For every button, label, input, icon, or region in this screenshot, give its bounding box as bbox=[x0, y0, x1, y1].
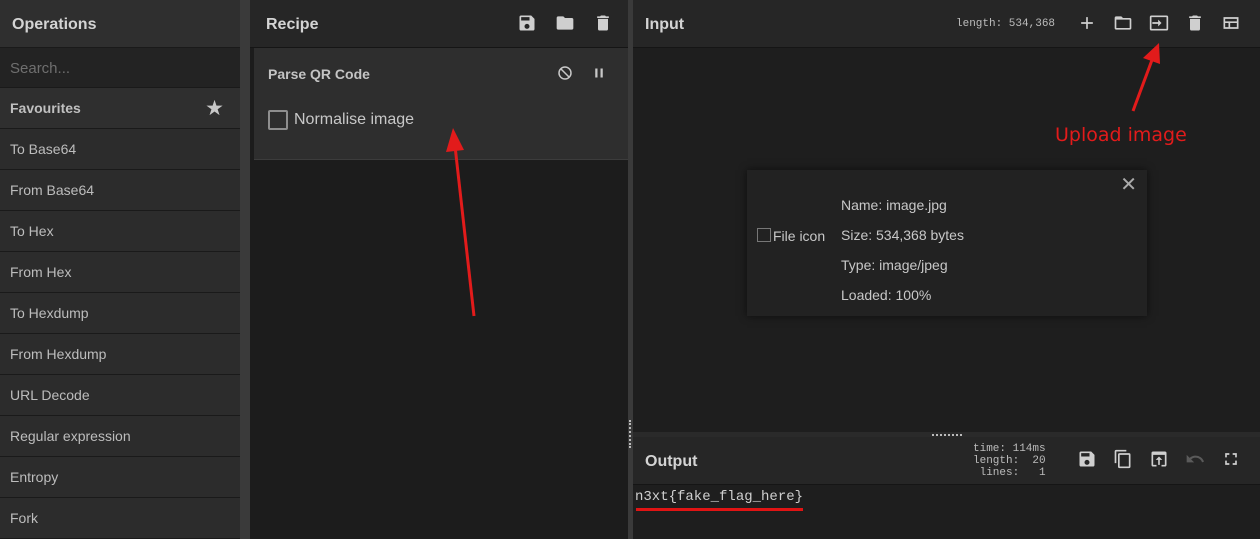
favourites-header[interactable]: Favourites ★ bbox=[0, 88, 240, 129]
star-icon[interactable]: ★ bbox=[205, 88, 224, 129]
operations-search bbox=[0, 48, 240, 88]
file-loaded: Loaded: 100% bbox=[841, 287, 932, 303]
normalise-option[interactable]: Normalise image bbox=[268, 110, 414, 130]
input-toolbar bbox=[1076, 12, 1242, 34]
trash-icon[interactable] bbox=[592, 12, 614, 34]
file-size: Size: 534,368 bytes bbox=[841, 227, 964, 243]
operation-item[interactable]: From Hexdump bbox=[0, 334, 240, 375]
open-folder-icon[interactable] bbox=[1112, 12, 1134, 34]
file-details-card: File icon Name: image.jpg Size: 534,368 … bbox=[747, 170, 1147, 316]
favourites-label: Favourites bbox=[10, 100, 81, 116]
layout-icon[interactable] bbox=[1220, 12, 1242, 34]
copy-icon[interactable] bbox=[1112, 448, 1134, 470]
operation-item[interactable]: From Base64 bbox=[0, 170, 240, 211]
operation-name: Parse QR Code bbox=[268, 66, 370, 82]
close-icon[interactable]: ✕ bbox=[1120, 172, 1137, 197]
operations-panel: Operations Favourites ★ To Base64From Ba… bbox=[0, 0, 240, 539]
operation-item[interactable]: Entropy bbox=[0, 457, 240, 498]
fullscreen-icon[interactable] bbox=[1220, 448, 1242, 470]
add-icon[interactable] bbox=[1076, 12, 1098, 34]
ops-recipe-gutter[interactable] bbox=[240, 0, 252, 539]
save-recipe-icon[interactable] bbox=[516, 12, 538, 34]
resize-handle[interactable] bbox=[629, 420, 631, 448]
replace-input-icon[interactable] bbox=[1148, 448, 1170, 470]
recipe-panel: Recipe Parse QR Code Normalise image bbox=[250, 0, 628, 539]
operations-title: Operations bbox=[0, 0, 240, 48]
input-panel: Input length: 534,368 File icon Name: im… bbox=[633, 0, 1260, 432]
clear-input-icon[interactable] bbox=[1184, 12, 1206, 34]
disable-icon[interactable] bbox=[554, 62, 576, 84]
file-meta: Name: image.jpg Size: 534,368 bytes Type… bbox=[841, 190, 964, 310]
input-length: length: 534,368 bbox=[956, 18, 1056, 30]
file-name: Name: image.jpg bbox=[841, 197, 947, 213]
recipe-operation-card[interactable]: Parse QR Code Normalise image bbox=[254, 48, 628, 160]
pause-icon[interactable] bbox=[588, 62, 610, 84]
upload-image-annotation: Upload image bbox=[1055, 124, 1187, 146]
save-output-icon[interactable] bbox=[1076, 448, 1098, 470]
file-icon: File icon bbox=[757, 228, 825, 244]
operation-controls bbox=[554, 62, 610, 84]
output-text[interactable]: n3xt{fake_flag_here} bbox=[635, 489, 803, 505]
undo-icon[interactable] bbox=[1184, 448, 1206, 470]
normalise-label: Normalise image bbox=[294, 111, 415, 128]
operation-item[interactable]: To Base64 bbox=[0, 129, 240, 170]
folder-icon[interactable] bbox=[554, 12, 576, 34]
operation-item[interactable]: To Hexdump bbox=[0, 293, 240, 334]
operation-item[interactable]: From Hex bbox=[0, 252, 240, 293]
cyberchef-app: Operations Favourites ★ To Base64From Ba… bbox=[0, 0, 1260, 539]
operation-item[interactable]: Fork bbox=[0, 498, 240, 539]
output-toolbar bbox=[1076, 448, 1242, 470]
recipe-toolbar bbox=[516, 12, 614, 34]
normalise-checkbox[interactable] bbox=[268, 110, 288, 130]
operation-item[interactable]: To Hex bbox=[0, 211, 240, 252]
file-icon-alt: File icon bbox=[773, 228, 826, 244]
operation-item[interactable]: Regular expression bbox=[0, 416, 240, 457]
operations-list: To Base64 From Base64 To Hex From Hex To Hex… bbox=[0, 129, 240, 539]
flag-underline-annotation bbox=[636, 508, 803, 511]
upload-file-icon[interactable] bbox=[1148, 12, 1170, 34]
file-type: Type: image/jpeg bbox=[841, 257, 948, 273]
output-stats: time: 114ms length: 20 lines: 1 bbox=[973, 443, 1046, 479]
operation-item[interactable]: URL Decode bbox=[0, 375, 240, 416]
resize-handle[interactable] bbox=[932, 434, 962, 436]
search-input[interactable] bbox=[0, 48, 240, 88]
output-panel: Output time: 114ms length: 20 lines: 1 n… bbox=[633, 437, 1260, 539]
